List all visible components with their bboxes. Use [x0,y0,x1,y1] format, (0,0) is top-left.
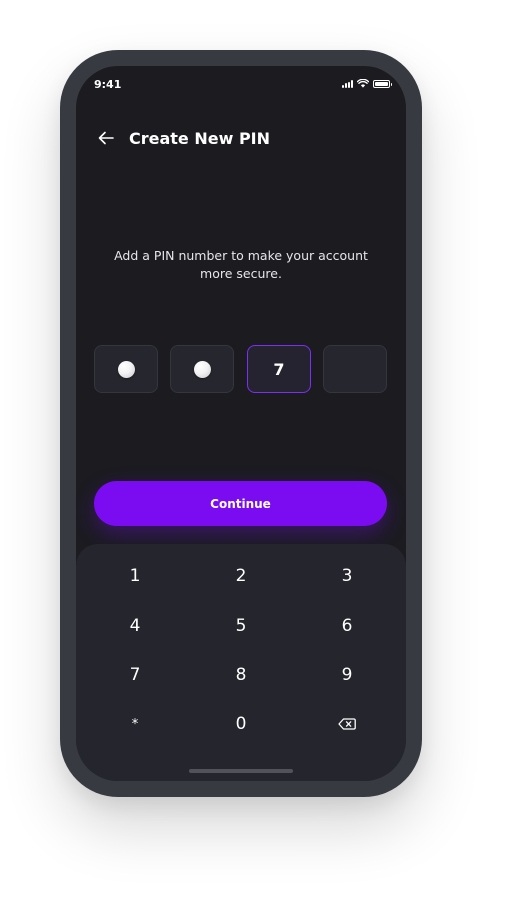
phone-screen: 9:41 Create New PIN Add a PIN number to … [76,66,406,781]
battery-icon [373,79,392,88]
key-8[interactable]: 8 [201,655,281,695]
header: Create New PIN [96,126,270,150]
pin-mask-dot [117,360,135,378]
key-star[interactable]: * [95,704,175,744]
key-4[interactable]: 4 [95,606,175,646]
pin-mask-dot [193,360,211,378]
status-icons [342,79,392,88]
wifi-icon [357,79,369,88]
key-5[interactable]: 5 [201,606,281,646]
page-title: Create New PIN [129,128,271,148]
key-6[interactable]: 6 [307,606,387,646]
key-7[interactable]: 7 [95,655,175,695]
pin-box-3[interactable]: 7 [247,345,311,393]
backspace-icon [338,718,356,730]
home-indicator [189,769,293,773]
back-button[interactable] [96,128,116,148]
arrow-left-icon [98,131,114,145]
key-3[interactable]: 3 [307,556,387,596]
key-0[interactable]: 0 [201,704,281,744]
status-time: 9:41 [94,78,122,91]
key-9[interactable]: 9 [307,655,387,695]
pin-description: Add a PIN number to make your account mo… [114,248,368,281]
pin-box-4[interactable] [323,345,387,393]
key-1[interactable]: 1 [95,556,175,596]
pin-box-2[interactable] [170,345,234,393]
continue-button[interactable]: Continue [94,481,387,526]
delete-button[interactable] [307,704,387,744]
key-2[interactable]: 2 [201,556,281,596]
status-bar: 9:41 [76,66,406,102]
signal-icon [342,79,353,88]
pin-box-1[interactable] [94,345,158,393]
pin-digit: 7 [273,359,285,379]
